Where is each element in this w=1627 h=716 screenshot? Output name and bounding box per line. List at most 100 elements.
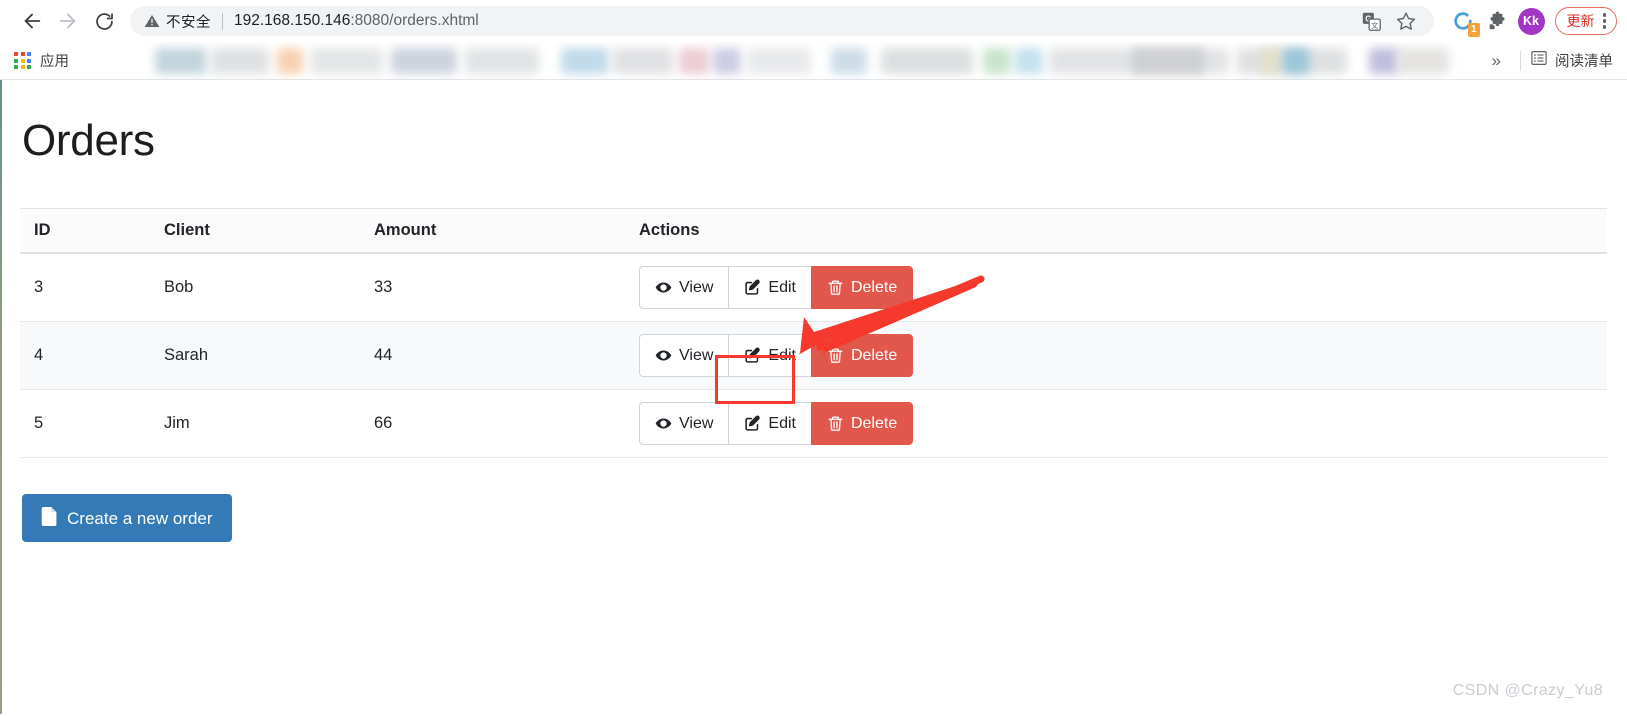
edit-label: Edit — [768, 278, 796, 296]
reload-icon — [94, 11, 115, 32]
cell-actions: View Edit Delete — [625, 321, 1607, 390]
bookmark-item[interactable] — [155, 47, 207, 74]
url-text: 192.168.150.146:8080/orders.xhtml — [234, 12, 1350, 30]
row-action-group: View Edit Delete — [639, 334, 914, 377]
bookmark-item[interactable] — [311, 47, 383, 74]
reading-list-button[interactable]: 阅读清单 — [1530, 49, 1617, 72]
delete-label: Delete — [850, 346, 898, 364]
browser-chrome: 不安全 192.168.150.146:8080/orders.xhtml G … — [0, 0, 1627, 80]
bookmark-item[interactable] — [679, 47, 709, 74]
bookmark-item[interactable] — [1131, 47, 1205, 74]
translate-icon[interactable]: G 文 — [1356, 5, 1388, 37]
pencil-square-icon — [744, 415, 761, 432]
page-viewport: Orders ID Client Amount Actions 3 Bob 33 — [0, 80, 1627, 714]
delete-label: Delete — [850, 414, 898, 432]
cell-client: Bob — [150, 253, 360, 322]
cell-actions: View Edit Delete — [625, 389, 1607, 458]
cell-id: 5 — [20, 389, 150, 458]
puzzle-piece-icon[interactable] — [1482, 5, 1514, 37]
reading-list-label: 阅读清单 — [1555, 54, 1613, 70]
create-new-order-label: Create a new order — [67, 508, 213, 528]
address-bar[interactable]: 不安全 192.168.150.146:8080/orders.xhtml G … — [130, 6, 1434, 36]
bookmark-item[interactable] — [1015, 47, 1043, 74]
cell-id: 4 — [20, 321, 150, 390]
reading-list-icon — [1530, 49, 1548, 72]
table-row: 4 Sarah 44 View Edit Delete — [20, 321, 1607, 390]
update-label: 更新 — [1566, 13, 1595, 29]
view-button[interactable]: View — [639, 266, 729, 309]
bookmark-item[interactable] — [1283, 47, 1309, 74]
bookmark-item[interactable] — [1397, 47, 1449, 74]
edit-button[interactable]: Edit — [728, 402, 811, 445]
star-icon[interactable] — [1390, 5, 1422, 37]
bookmark-item[interactable] — [1259, 47, 1283, 74]
url-host: 192.168.150.146 — [234, 12, 351, 29]
bookmarks-bar: 应用 » 阅读清单 — [0, 42, 1627, 80]
column-header-client: Client — [150, 208, 360, 254]
orders-table-body: 3 Bob 33 View Edit Delete 4 Sarah 44 Vie… — [20, 253, 1607, 458]
url-path: :8080/orders.xhtml — [350, 12, 479, 29]
cell-actions: View Edit Delete — [625, 253, 1607, 322]
view-button[interactable]: View — [639, 402, 729, 445]
trash-icon — [827, 347, 844, 364]
omnibox-divider — [222, 12, 223, 30]
edit-button[interactable]: Edit — [728, 334, 811, 377]
warning-triangle-icon — [144, 13, 160, 29]
bookmark-items-blurred[interactable] — [83, 42, 1482, 80]
bookmark-item[interactable] — [391, 47, 457, 74]
forward-button[interactable] — [50, 3, 86, 39]
bookmark-item[interactable] — [983, 47, 1011, 74]
toolbar-actions: 1 Kk 更新 — [1448, 5, 1617, 37]
delete-button[interactable]: Delete — [810, 402, 914, 445]
edit-button[interactable]: Edit — [728, 266, 811, 309]
view-label: View — [679, 346, 714, 364]
column-header-id: ID — [20, 208, 150, 254]
apps-grid-icon[interactable] — [14, 52, 31, 69]
edit-label: Edit — [768, 346, 796, 364]
bookmarks-bar-tail: » 阅读清单 — [1482, 49, 1617, 72]
extension-sync-icon[interactable]: 1 — [1448, 6, 1480, 37]
orders-table: ID Client Amount Actions 3 Bob 33 View E… — [20, 208, 1607, 458]
delete-button[interactable]: Delete — [810, 266, 914, 309]
arrow-right-icon — [57, 10, 79, 32]
extension-badge-count: 1 — [1467, 23, 1480, 37]
bookmark-item[interactable] — [831, 47, 867, 74]
column-header-actions: Actions — [625, 208, 1607, 254]
bookmark-item[interactable] — [211, 47, 269, 74]
view-label: View — [679, 414, 714, 432]
security-label: 不安全 — [166, 14, 211, 31]
avatar[interactable]: Kk — [1517, 7, 1545, 35]
bookmark-item[interactable] — [881, 47, 973, 74]
bookmark-item[interactable] — [747, 47, 811, 74]
cell-client: Sarah — [150, 321, 360, 390]
delete-button[interactable]: Delete — [810, 334, 914, 377]
table-header-row: ID Client Amount Actions — [20, 208, 1607, 254]
svg-text:文: 文 — [1371, 20, 1378, 29]
cell-amount: 66 — [360, 389, 625, 458]
row-action-group: View Edit Delete — [639, 402, 914, 445]
cell-id: 3 — [20, 253, 150, 322]
create-new-order-button[interactable]: Create a new order — [22, 494, 232, 542]
delete-label: Delete — [850, 278, 898, 296]
edit-label: Edit — [768, 414, 796, 432]
csdn-watermark: CSDN @Crazy_Yu8 — [1452, 682, 1603, 699]
back-button[interactable] — [14, 3, 50, 39]
bookmark-item[interactable] — [465, 47, 539, 74]
apps-label[interactable]: 应用 — [40, 50, 69, 71]
bookmark-item[interactable] — [277, 47, 303, 74]
kebab-menu-icon[interactable] — [1600, 13, 1610, 29]
table-row: 5 Jim 66 View Edit Delete — [20, 389, 1607, 458]
bookmark-item[interactable] — [1369, 47, 1399, 74]
bookmark-item[interactable] — [613, 47, 673, 74]
bookmark-item[interactable] — [561, 47, 609, 74]
update-button[interactable]: 更新 — [1554, 7, 1617, 35]
trash-icon — [827, 279, 844, 296]
bookmark-item[interactable] — [713, 47, 741, 74]
reload-button[interactable] — [86, 3, 122, 39]
trash-icon — [827, 415, 844, 432]
view-button[interactable]: View — [639, 334, 729, 377]
chevron-double-right-icon[interactable]: » — [1482, 51, 1511, 71]
eye-icon — [655, 279, 672, 296]
viewport-left-edge — [0, 80, 2, 714]
table-row: 3 Bob 33 View Edit Delete — [20, 253, 1607, 322]
